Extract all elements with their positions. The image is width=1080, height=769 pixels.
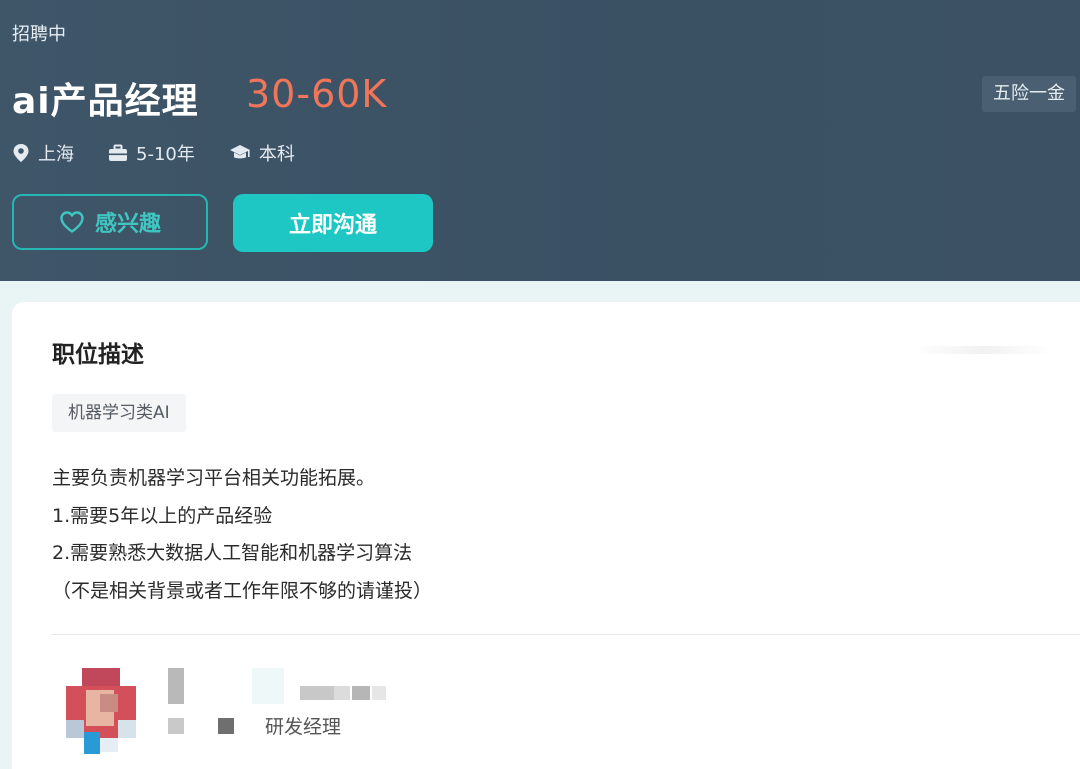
heart-icon bbox=[60, 211, 84, 233]
meta-education: 本科 bbox=[229, 140, 295, 166]
job-description: 主要负责机器学习平台相关功能拓展。 1.需要5年以上的产品经验 2.需要熟悉大数… bbox=[52, 460, 432, 610]
recruiter-company-blur bbox=[218, 718, 234, 734]
chat-now-button[interactable]: 立即沟通 bbox=[233, 194, 433, 252]
recruiter-avatar[interactable] bbox=[66, 668, 136, 754]
interest-button[interactable]: 感兴趣 bbox=[12, 194, 208, 250]
description-line: 主要负责机器学习平台相关功能拓展。 bbox=[52, 467, 376, 489]
recruiter-name-blur bbox=[352, 686, 370, 700]
graduation-cap-icon bbox=[229, 145, 250, 159]
faded-decoration bbox=[912, 346, 1052, 354]
divider bbox=[52, 634, 1080, 635]
recruiter-title: 研发经理 bbox=[265, 716, 342, 738]
experience-text: 5-10年 bbox=[136, 144, 195, 165]
description-line: 1.需要5年以上的产品经验 bbox=[52, 504, 273, 527]
description-line: 2.需要熟悉大数据人工智能和机器学习算法 bbox=[52, 542, 413, 564]
section-title: 职位描述 bbox=[52, 342, 144, 368]
recruiter-name-blur bbox=[252, 668, 284, 704]
recruiter-name-blur bbox=[334, 686, 350, 700]
recruiter-name-blur bbox=[168, 668, 184, 704]
briefcase-icon bbox=[109, 144, 127, 161]
category-tag: 机器学习类AI bbox=[52, 394, 186, 432]
avatar-pixel bbox=[66, 720, 84, 738]
job-status: 招聘中 bbox=[12, 24, 66, 45]
meta-location: 上海 bbox=[12, 140, 74, 166]
recruiter-name-blur bbox=[300, 686, 334, 700]
salary: 30-60K bbox=[246, 72, 388, 116]
education-text: 本科 bbox=[258, 144, 295, 165]
avatar-pixel bbox=[100, 694, 118, 712]
job-header: 招聘中 ai产品经理 30-60K 五险一金 上海 5-10年 本科 感兴趣 立… bbox=[0, 0, 1080, 281]
chat-now-label: 立即沟通 bbox=[288, 213, 377, 238]
job-description-card: 职位描述 机器学习类AI 主要负责机器学习平台相关功能拓展。 1.需要5年以上的… bbox=[12, 302, 1080, 769]
interest-label: 感兴趣 bbox=[94, 212, 161, 237]
avatar-pixel bbox=[84, 732, 100, 754]
avatar-pixel bbox=[118, 720, 136, 738]
location-pin-icon bbox=[13, 144, 29, 162]
avatar-pixel bbox=[82, 668, 120, 686]
benefit-tag: 五险一金 bbox=[982, 76, 1076, 112]
job-title: ai产品经理 bbox=[12, 81, 199, 122]
recruiter-company-blur bbox=[168, 718, 184, 734]
avatar-pixel bbox=[100, 738, 118, 752]
meta-experience: 5-10年 bbox=[108, 140, 195, 166]
location-text: 上海 bbox=[38, 144, 74, 165]
description-line: （不是相关背景或者工作年限不够的请谨投） bbox=[52, 579, 433, 602]
recruiter-name-blur bbox=[372, 686, 386, 700]
job-meta: 上海 5-10年 本科 bbox=[12, 140, 329, 166]
